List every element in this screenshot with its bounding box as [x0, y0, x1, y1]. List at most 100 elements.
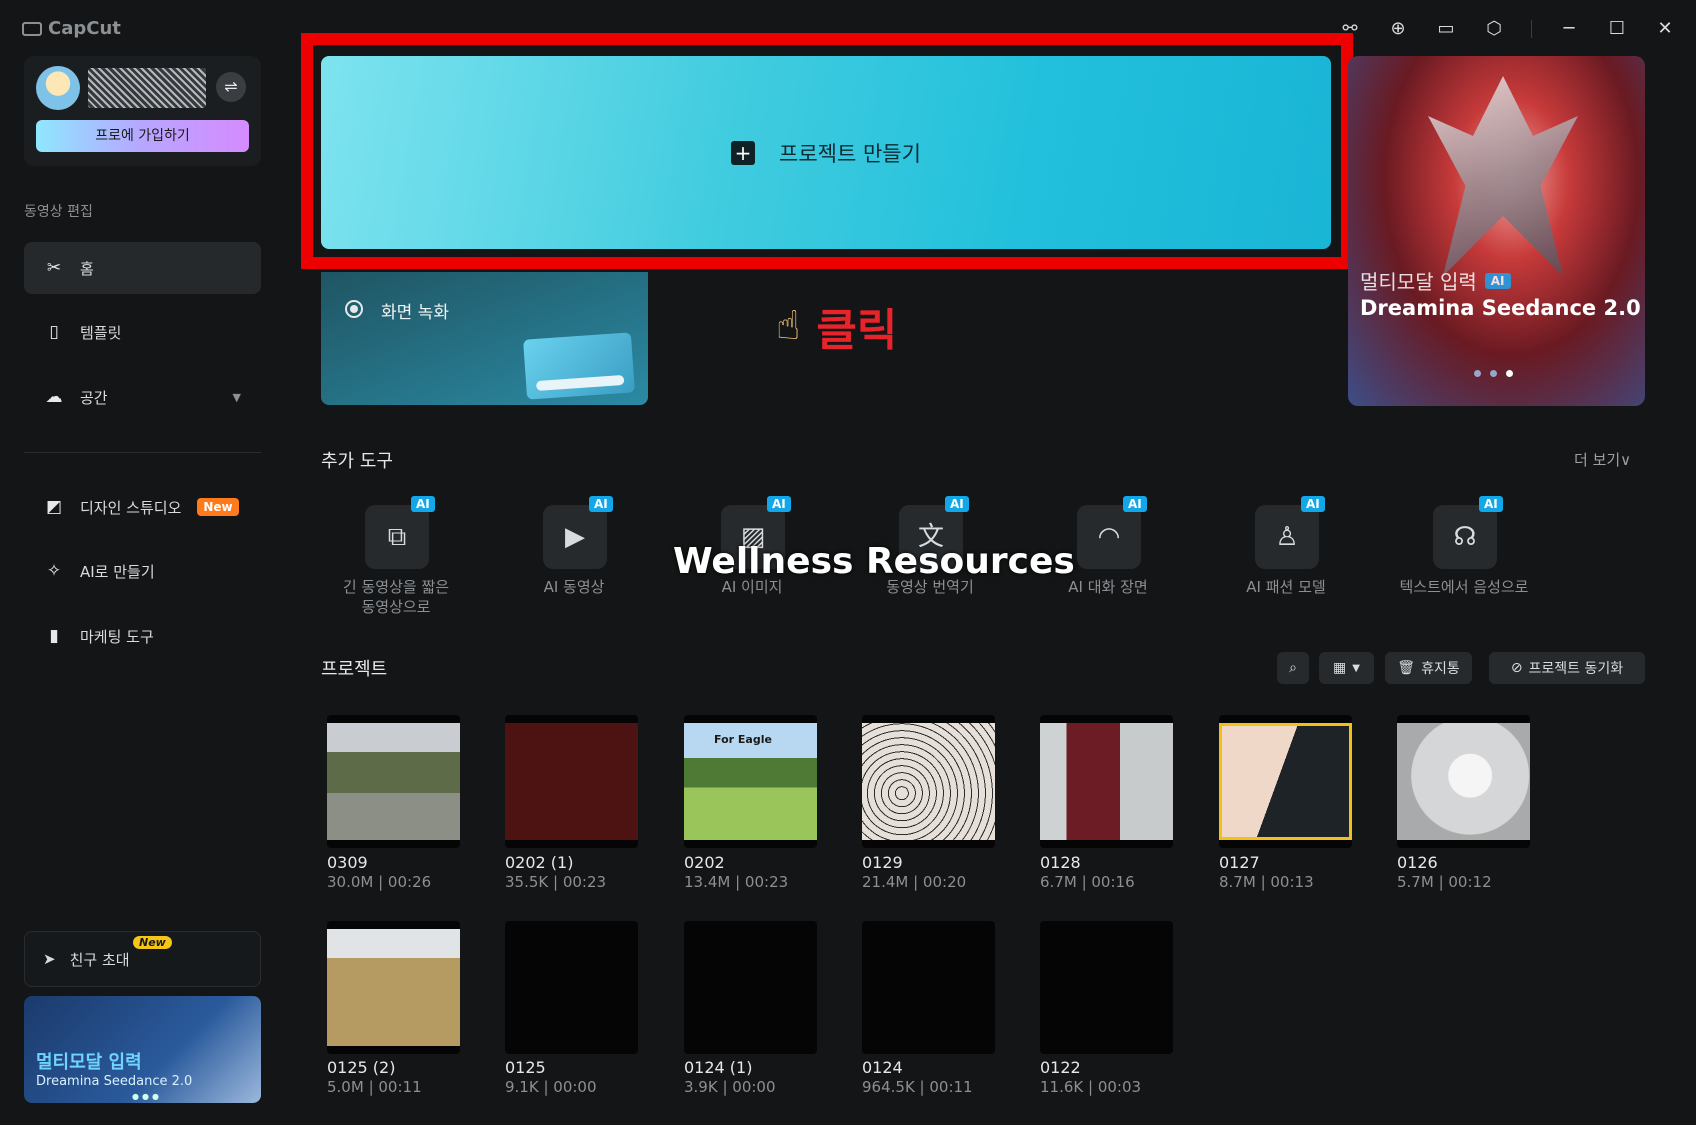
- upload-icon[interactable]: ⊕: [1387, 18, 1409, 39]
- project-thumbnail[interactable]: [1040, 921, 1173, 1054]
- create-project-button[interactable]: + 프로젝트 만들기: [321, 56, 1331, 249]
- tool-ai-video[interactable]: ▶ AI AI 동영상: [499, 496, 649, 625]
- settings-icon[interactable]: ⬡: [1483, 18, 1505, 39]
- avatar[interactable]: [36, 66, 80, 110]
- project-name: 0122: [1040, 1058, 1081, 1077]
- pointing-hand-icon: ☝: [776, 303, 801, 349]
- carousel-dots: ●●●: [132, 1092, 162, 1101]
- project-meta: 3.9K | 00:00: [684, 1078, 776, 1096]
- tool-long-to-short[interactable]: ⧉ AI 긴 동영상을 짧은 동영상으로: [321, 496, 471, 625]
- sidebar-item-label: 마케팅 도구: [80, 627, 154, 646]
- invite-label: 친구 초대: [69, 950, 130, 969]
- scissors-icon: ✂: [46, 258, 62, 278]
- send-icon: ➤: [43, 950, 56, 968]
- project-thumbnail[interactable]: [505, 921, 638, 1054]
- tool-ai-fashion-model[interactable]: ♙ AI AI 패션 모델: [1211, 496, 1361, 625]
- banner-title: 멀티모달 입력: [1360, 270, 1477, 294]
- close-icon[interactable]: ✕: [1654, 18, 1676, 39]
- feedback-icon[interactable]: ▭: [1435, 18, 1457, 39]
- profile-card: ⇌ 프로에 가입하기: [24, 56, 261, 166]
- project-thumbnail[interactable]: [1040, 715, 1173, 848]
- marketing-icon: ▮: [49, 626, 59, 646]
- join-pro-button[interactable]: 프로에 가입하기: [36, 120, 249, 152]
- sidebar-item-label: 템플릿: [80, 323, 122, 342]
- project-name: 0129: [862, 853, 903, 872]
- section-label: 동영상 편집: [24, 204, 93, 220]
- chevron-down-icon: ▼: [232, 390, 241, 404]
- project-thumbnail[interactable]: [1397, 715, 1530, 848]
- create-project-label: 프로젝트 만들기: [779, 141, 921, 166]
- sidebar-item-ai-create[interactable]: ✧ AI로 만들기: [24, 545, 261, 597]
- shirt-icon: ♙: [1255, 505, 1319, 569]
- project-meta: 11.6K | 00:03: [1040, 1078, 1142, 1096]
- trash-button[interactable]: 🗑 휴지통: [1385, 652, 1472, 684]
- project-thumbnail[interactable]: [505, 715, 638, 848]
- project-thumbnail[interactable]: [1219, 715, 1352, 848]
- sidebar-item-label: 디자인 스튜디오: [80, 498, 182, 517]
- sidebar-item-home[interactable]: ✂ 홈: [24, 242, 261, 294]
- sidebar-item-template[interactable]: ▯ 템플릿: [24, 306, 261, 358]
- tool-text-to-speech[interactable]: ☊ AI 텍스트에서 음성으로: [1389, 496, 1539, 625]
- project-meta: 6.7M | 00:16: [1040, 873, 1135, 891]
- promo-title: 멀티모달 입력: [36, 1052, 142, 1073]
- separator: [1531, 19, 1532, 38]
- project-name: 0124: [862, 1058, 903, 1077]
- project-meta: 5.0M | 00:11: [327, 1078, 422, 1096]
- screen-record-label: 화면 녹화: [381, 303, 449, 323]
- mech-artwork: [1428, 76, 1578, 276]
- sparkle-icon: ✧: [46, 561, 62, 581]
- project-meta: 21.4M | 00:20: [862, 873, 967, 891]
- project-meta: 8.7M | 00:13: [1219, 873, 1314, 891]
- sidebar-item-space[interactable]: ☁ 공간 ▼: [24, 371, 261, 423]
- carousel-dots[interactable]: [1474, 370, 1513, 377]
- promo-subtitle: Dreamina Seedance 2.0: [36, 1074, 193, 1089]
- banner-title-row: 멀티모달 입력 AI: [1360, 266, 1511, 295]
- search-icon[interactable]: ⌕: [1277, 652, 1309, 684]
- project-thumbnail[interactable]: [862, 715, 995, 848]
- project-meta: 5.7M | 00:12: [1397, 873, 1492, 891]
- project-name: 0124 (1): [684, 1058, 753, 1077]
- plus-icon: +: [731, 140, 756, 165]
- username-redacted: [88, 68, 206, 108]
- minimize-icon[interactable]: ─: [1558, 18, 1580, 39]
- invite-friend-button[interactable]: ➤ 친구 초대 New: [24, 931, 261, 987]
- promo-banner[interactable]: 멀티모달 입력 AI Dreamina Seedance 2.0: [1348, 56, 1645, 406]
- project-thumbnail[interactable]: [327, 921, 460, 1054]
- chevron-down-icon: ▼: [1352, 662, 1360, 674]
- project-name: 0126: [1397, 853, 1438, 872]
- banner-subtitle: Dreamina Seedance 2.0: [1360, 296, 1641, 320]
- lips-icon: ◠: [1077, 505, 1141, 569]
- sidebar-item-design-studio[interactable]: ◩ 디자인 스튜디오 New: [24, 481, 261, 533]
- cloud-off-icon: ⊘: [1510, 660, 1523, 676]
- trash-icon: 🗑: [1397, 660, 1416, 676]
- more-button[interactable]: 더 보기∨: [1574, 449, 1631, 470]
- sidebar-item-marketing[interactable]: ▮ 마케팅 도구: [24, 610, 261, 662]
- project-thumbnail[interactable]: [684, 921, 817, 1054]
- promo-mini-banner[interactable]: 멀티모달 입력 Dreamina Seedance 2.0 ●●●: [24, 996, 261, 1103]
- project-name: 0125 (2): [327, 1058, 396, 1077]
- project-name: 0125: [505, 1058, 546, 1077]
- projects-section-title: 프로젝트: [321, 659, 388, 680]
- switch-account-icon[interactable]: ⇌: [216, 72, 246, 102]
- grid-icon: ▦: [1333, 660, 1347, 676]
- project-name: 0202: [684, 853, 725, 872]
- ai-badge: AI: [1484, 272, 1511, 289]
- sync-projects-button[interactable]: ⊘ 프로젝트 동기화: [1489, 652, 1645, 684]
- project-thumbnail[interactable]: [862, 921, 995, 1054]
- view-toggle[interactable]: ▦ ▼: [1319, 652, 1374, 684]
- cloud-icon: ☁: [45, 387, 63, 407]
- voice-icon: ☊: [1433, 505, 1497, 569]
- project-name: 0127: [1219, 853, 1260, 872]
- sidebar-item-label: AI로 만들기: [80, 562, 155, 581]
- screen-record-card[interactable]: 화면 녹화: [321, 272, 648, 405]
- click-annotation: ☝ 클릭: [776, 294, 897, 358]
- click-annotation-text: 클릭: [816, 305, 898, 356]
- project-thumbnail[interactable]: [327, 715, 460, 848]
- template-icon: ▯: [49, 322, 59, 342]
- project-name: 0128: [1040, 853, 1081, 872]
- sidebar-item-label: 홈: [80, 259, 94, 278]
- sidebar-item-label: 공간: [80, 388, 108, 407]
- project-name: 0309: [327, 853, 368, 872]
- maximize-icon[interactable]: ☐: [1606, 18, 1628, 39]
- project-thumbnail[interactable]: For Eagle: [684, 715, 817, 848]
